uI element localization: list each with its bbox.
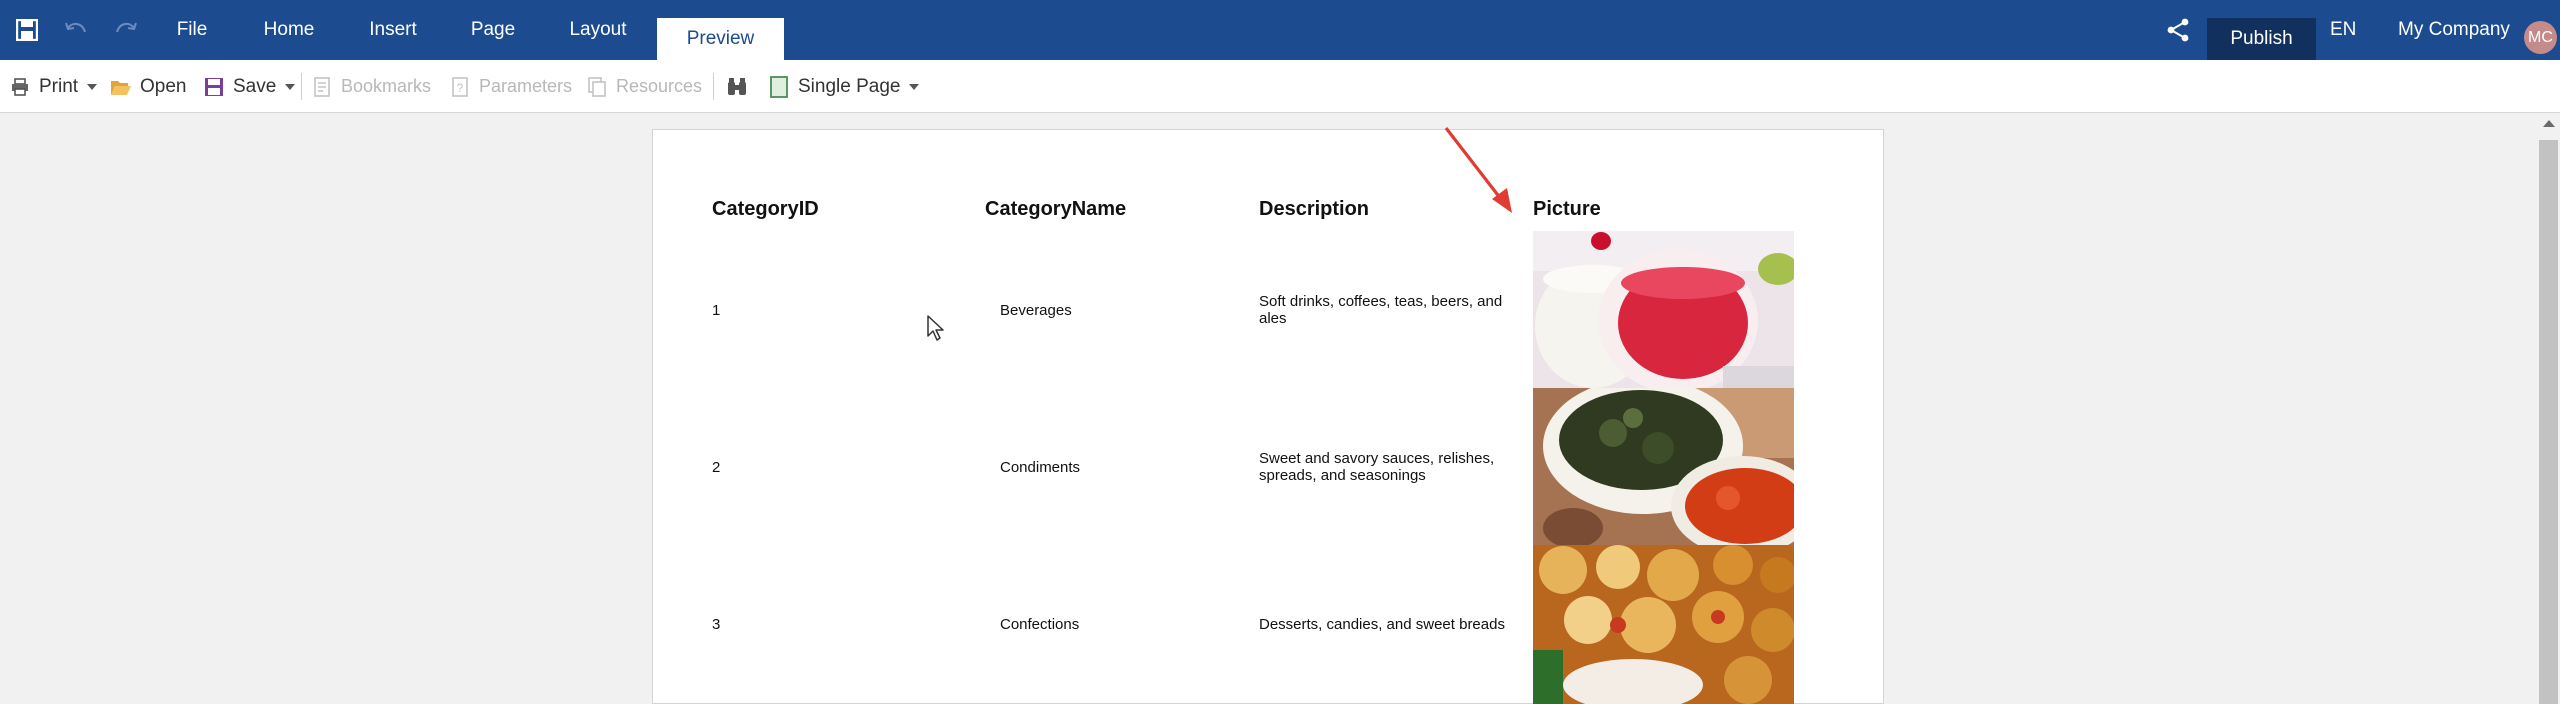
save-disk-icon — [203, 76, 225, 98]
menu-home[interactable]: Home — [258, 0, 320, 60]
chevron-down-icon — [285, 83, 296, 90]
view-mode-label: Single Page — [798, 75, 901, 97]
resources-button[interactable]: Resources — [586, 60, 702, 113]
resources-label: Resources — [616, 76, 703, 96]
printer-icon — [9, 76, 31, 98]
page-icon — [768, 75, 790, 98]
cell-category-id: 1 — [712, 302, 721, 319]
bookmarks-label: Bookmarks — [341, 76, 432, 96]
column-header-description: Description — [1259, 198, 1370, 220]
save-button[interactable]: Save — [203, 60, 296, 113]
open-button[interactable]: Open — [110, 60, 186, 113]
share-icon[interactable] — [2164, 16, 2192, 44]
viewer-toolbar: Print Open Save Bookmarks ? Parameters R… — [0, 60, 2560, 113]
redo-icon[interactable] — [112, 16, 140, 44]
binoculars-icon — [726, 76, 748, 98]
scroll-up-arrow-icon[interactable] — [2543, 120, 2555, 127]
cell-category-id: 3 — [712, 616, 721, 633]
save-label: Save — [233, 75, 277, 97]
find-button[interactable] — [726, 60, 756, 113]
menu-insert[interactable]: Insert — [363, 0, 423, 60]
annotation-arrow-icon — [1444, 127, 1512, 213]
svg-text:?: ? — [457, 81, 464, 95]
save-disk-icon[interactable] — [13, 16, 41, 44]
mouse-cursor-icon — [927, 315, 944, 341]
undo-icon[interactable] — [62, 16, 90, 44]
cell-category-name: Beverages — [1000, 302, 1072, 319]
menu-page[interactable]: Page — [466, 0, 520, 60]
toolbar-divider — [713, 73, 714, 100]
parameters-icon: ? — [449, 76, 471, 98]
bookmark-icon — [311, 76, 333, 98]
cell-category-name: Condiments — [1000, 459, 1081, 476]
language-selector[interactable]: EN — [2330, 0, 2356, 60]
folder-open-icon — [110, 76, 132, 98]
company-name[interactable]: My Company — [2398, 0, 2510, 60]
cell-category-id: 2 — [712, 459, 721, 476]
menu-layout[interactable]: Layout — [563, 0, 633, 60]
open-label: Open — [140, 75, 187, 97]
scrollbar-thumb[interactable] — [2539, 140, 2558, 704]
chevron-down-icon — [87, 83, 98, 90]
column-header-categoryid: CategoryID — [712, 198, 819, 220]
cell-description: Soft drinks, coffees, teas, beers, and a… — [1259, 293, 1503, 327]
view-mode-dropdown[interactable]: Single Page — [768, 60, 920, 113]
condiments-photo — [1533, 388, 1794, 545]
confections-photo — [1533, 545, 1794, 704]
cell-category-name: Confections — [1000, 616, 1080, 633]
cell-description: Desserts, candies, and sweet breads — [1259, 616, 1505, 633]
cell-description: Sweet and savory sauces, relishes, sprea… — [1259, 450, 1495, 484]
column-header-picture: Picture — [1533, 198, 1601, 220]
parameters-button[interactable]: ? Parameters — [449, 60, 572, 113]
publish-button[interactable]: Publish — [2207, 18, 2316, 60]
print-button[interactable]: Print — [9, 60, 98, 113]
toolbar-divider — [301, 73, 302, 100]
beverages-photo — [1533, 231, 1794, 388]
print-label: Print — [39, 75, 79, 97]
menu-preview[interactable]: Preview — [657, 18, 784, 60]
bookmarks-button[interactable]: Bookmarks — [311, 60, 431, 113]
menu-file[interactable]: File — [168, 0, 216, 60]
parameters-label: Parameters — [479, 76, 573, 96]
column-header-categoryname: CategoryName — [985, 198, 1127, 220]
avatar[interactable]: MC — [2524, 21, 2557, 54]
resources-icon — [586, 76, 608, 98]
top-ribbon: File Home Insert Page Layout Preview Pub… — [0, 0, 2560, 60]
chevron-down-icon — [909, 83, 920, 90]
